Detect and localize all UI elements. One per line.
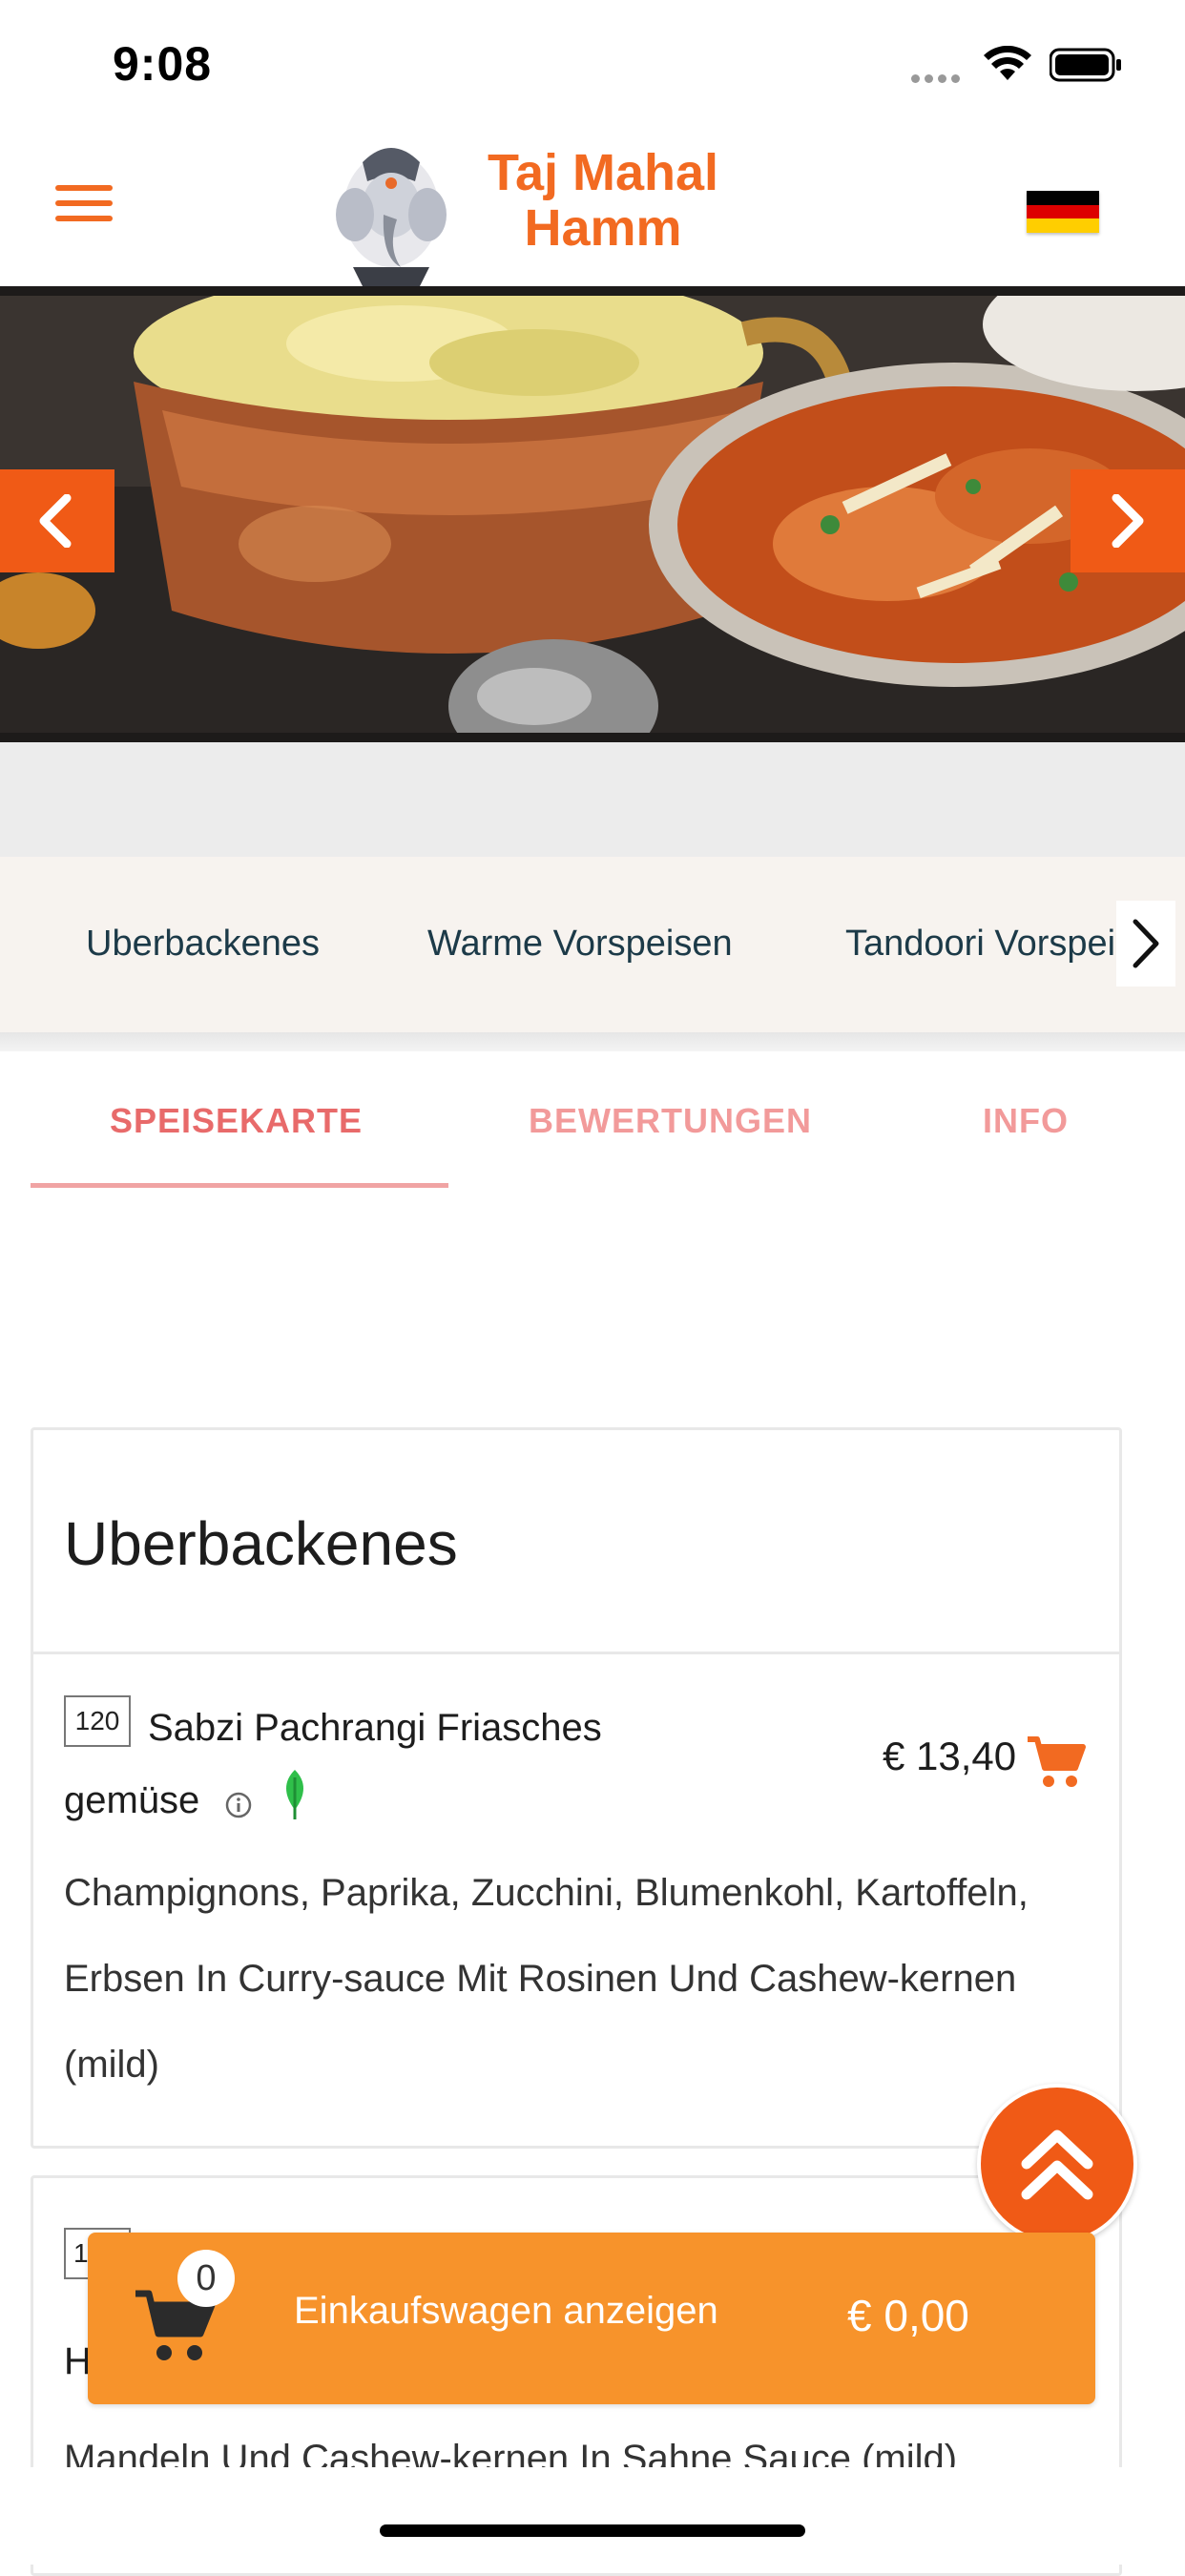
divider xyxy=(0,1032,1185,1051)
chevron-right-icon xyxy=(1133,919,1159,968)
chevron-right-icon xyxy=(1112,494,1144,548)
view-cart-label: Einkaufswagen anzeigen xyxy=(294,2290,718,2332)
restaurant-logo[interactable]: Taj Mahal Hamm xyxy=(324,124,744,286)
logo-line-2: Hamm xyxy=(524,199,682,257)
double-chevron-up-icon xyxy=(1021,2129,1093,2200)
food-photo-image xyxy=(0,296,1185,733)
dish-number-badge: 120 xyxy=(64,1695,131,1747)
dish-name-continued[interactable]: gemüse xyxy=(64,1779,199,1822)
cart-count-badge: 0 xyxy=(177,2250,235,2307)
ganesha-logo-icon xyxy=(336,148,447,286)
tab-bar: SPEISEKARTE BEWERTUNGEN INFO xyxy=(0,1051,1185,1195)
status-time: 9:08 xyxy=(113,37,213,91)
section-title: Uberbackenes xyxy=(64,1509,458,1578)
chevron-left-icon xyxy=(39,494,72,548)
view-cart-button[interactable]: 0 Einkaufswagen anzeigen € 0,00 xyxy=(88,2233,1095,2404)
category-uberbackenes[interactable]: Uberbackenes xyxy=(86,924,320,965)
leaf-icon xyxy=(286,1770,303,1819)
slider-prev-button[interactable] xyxy=(0,469,114,572)
category-scroller[interactable]: Uberbackenes Warme Vorspeisen Tandoori V… xyxy=(0,857,1185,1032)
logo-line-1: Taj Mahal xyxy=(487,144,719,201)
signal-icon xyxy=(911,71,968,83)
wifi-icon xyxy=(984,46,1031,80)
category-scroll-right-button[interactable] xyxy=(1116,901,1175,987)
tab-speisekarte[interactable]: SPEISEKARTE xyxy=(110,1101,363,1141)
app-header: Taj Mahal Hamm xyxy=(0,124,1185,286)
add-to-cart-icon[interactable] xyxy=(1026,1734,1087,1791)
logo-title: Taj Mahal Hamm xyxy=(460,145,746,256)
slider-next-button[interactable] xyxy=(1071,469,1185,572)
info-icon[interactable] xyxy=(224,1791,253,1819)
dish-price: € 13,40 xyxy=(883,1734,1017,1778)
menu-section-card: Uberbackenes 120 Sabzi Pachrangi Friasch… xyxy=(31,1427,1122,2149)
cart-total: € 0,00 xyxy=(847,2291,969,2340)
home-indicator xyxy=(380,2524,805,2537)
spacer-band xyxy=(0,742,1185,857)
dish-name[interactable]: Sabzi Pachrangi Friasches xyxy=(148,1707,602,1750)
hamburger-menu-button[interactable] xyxy=(55,185,113,229)
dish-description: Champignons, Paprika, Zucchini, Blumenko… xyxy=(64,1872,1029,2086)
battery-icon xyxy=(1050,48,1121,82)
germany-flag-icon[interactable] xyxy=(1027,191,1099,233)
category-warme-vorspeisen[interactable]: Warme Vorspeisen xyxy=(427,924,733,965)
bottom-safe-area xyxy=(0,2467,1185,2565)
status-bar: 9:08 xyxy=(0,0,1185,124)
hero-image-slider[interactable] xyxy=(0,286,1185,742)
divider xyxy=(33,1652,1119,1654)
active-tab-indicator xyxy=(31,1183,448,1188)
tab-bewertungen[interactable]: BEWERTUNGEN xyxy=(529,1101,812,1141)
scroll-to-top-button[interactable] xyxy=(977,2084,1137,2244)
tab-info[interactable]: INFO xyxy=(983,1101,1069,1141)
